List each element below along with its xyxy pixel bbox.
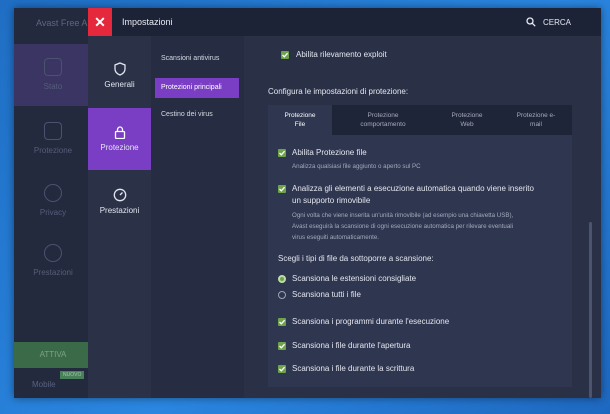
check-icon — [279, 319, 286, 325]
scan-write-checkbox[interactable] — [278, 365, 286, 373]
lock-icon — [114, 126, 125, 139]
autorun-desc-line1: Ogni volta che viene inserita un'unità r… — [292, 212, 514, 219]
enable-file-protection-checkbox[interactable] — [278, 149, 286, 157]
exploit-label: Abilita rilevamento exploit — [296, 50, 387, 59]
gauge-icon — [44, 244, 62, 262]
scan-recommended-label: Scansiona le estensioni consigliate — [292, 274, 417, 283]
scrollbar[interactable] — [589, 222, 592, 398]
background-item-label: Protezione — [33, 146, 73, 155]
tab-label: File — [294, 121, 306, 128]
scan-all-label: Scansiona tutti i file — [292, 290, 361, 299]
category-prestazioni[interactable]: Prestazioni — [88, 180, 151, 230]
tab-label: Protezione — [367, 112, 399, 119]
check-icon — [279, 186, 286, 192]
scan-recommended-radio[interactable] — [278, 275, 286, 283]
new-badge: NUOVO — [60, 371, 85, 379]
gauge-icon — [113, 188, 126, 202]
filetypes-heading: Scegli i tipi di file da sottoporre a sc… — [278, 254, 434, 263]
settings-main: Abilita rilevamento exploit Configura le… — [244, 36, 601, 398]
search-icon — [526, 17, 536, 27]
tab-label: Protezione — [451, 112, 483, 119]
category-label: Prestazioni — [99, 206, 140, 215]
tab-mail-protection[interactable]: Protezione e-mail — [500, 105, 572, 135]
activate-button: ATTIVA — [14, 342, 92, 368]
background-item-prestazioni: Prestazioni — [14, 244, 92, 277]
category-label: Generali — [104, 80, 135, 89]
close-icon: ✕ — [94, 14, 106, 30]
lock-icon — [44, 122, 62, 140]
category-label: Protezione — [100, 143, 139, 152]
tab-behavior-protection[interactable]: Protezione comportamento — [332, 105, 434, 135]
background-item-label: Privacy — [39, 208, 67, 217]
scan-open-checkbox[interactable] — [278, 342, 286, 350]
check-icon — [282, 52, 289, 58]
background-item-stato: Stato — [14, 44, 92, 106]
category-protezione[interactable]: Protezione — [88, 108, 151, 170]
autorun-label-line1: Analizza gli elementi a esecuzione autom… — [292, 184, 534, 193]
subnav-cestino-virus[interactable]: Cestino dei virus — [155, 105, 239, 125]
autorun-checkbox[interactable] — [278, 185, 286, 193]
category-generali[interactable]: Generali — [88, 48, 151, 100]
tab-web-protection[interactable]: Protezione Web — [434, 105, 500, 135]
close-button[interactable]: ✕ — [88, 8, 112, 36]
background-item-protezione: Protezione — [14, 122, 92, 155]
enable-file-protection-label: Abilita Protezione file — [292, 148, 367, 157]
exploit-checkbox[interactable] — [281, 51, 289, 59]
check-icon — [279, 366, 286, 372]
fingerprint-icon — [44, 184, 62, 202]
tab-label: Web — [460, 121, 474, 128]
background-app-sidebar: Avast Free A Stato Protezione Privacy Pr… — [14, 8, 92, 398]
scan-exec-label: Scansiona i programmi durante l'esecuzio… — [292, 317, 450, 326]
enable-file-protection-desc: Analizza qualsiasi file aggiunto o apert… — [292, 163, 421, 170]
shield-icon — [113, 62, 126, 76]
scan-exec-checkbox[interactable] — [278, 318, 286, 326]
scan-all-radio[interactable] — [278, 291, 286, 299]
mobile-link: Mobile — [32, 380, 56, 389]
scan-open-label: Scansiona i file durante l'apertura — [292, 341, 411, 350]
search-button[interactable]: CERCA — [526, 8, 571, 36]
subnav-scansioni-antivirus[interactable]: Scansioni antivirus — [155, 49, 239, 69]
avast-window: Avast Free A Stato Protezione Privacy Pr… — [14, 8, 601, 398]
autorun-label-line2: un supporto rimovibile — [292, 196, 371, 205]
tab-label: Protezione — [284, 112, 316, 119]
tab-file-protection[interactable]: Protezione File — [268, 105, 332, 135]
search-label: CERCA — [542, 17, 571, 27]
background-item-label: Prestazioni — [33, 268, 73, 277]
background-item-privacy: Privacy — [14, 184, 92, 217]
check-icon — [279, 150, 286, 156]
settings-categories: Generali Protezione Prestazioni — [88, 36, 151, 398]
background-app-title: Avast Free A — [36, 18, 88, 28]
tab-label: mail — [530, 121, 542, 128]
settings-title: Impostazioni — [122, 17, 173, 27]
file-protection-panel: Abilita Protezione file Analizza qualsia… — [268, 135, 572, 387]
scan-write-label: Scansiona i file durante la scrittura — [292, 364, 415, 373]
protection-heading: Configura le impostazioni di protezione: — [268, 87, 409, 96]
autorun-desc-line2: Avast eseguirà la scansione di ogni esec… — [292, 223, 514, 230]
tab-label: Protezione e- — [516, 112, 556, 119]
settings-header: ✕ Impostazioni CERCA — [88, 8, 601, 36]
check-icon — [279, 343, 286, 349]
settings-subnav: Scansioni antivirus Protezioni principal… — [151, 36, 244, 398]
autorun-desc-line3: virus eseguiti automaticamente. — [292, 234, 380, 241]
background-item-label: Stato — [43, 82, 63, 91]
protection-tabs: Protezione File Protezione comportamento P… — [268, 105, 572, 135]
subnav-protezioni-principali[interactable]: Protezioni principali — [155, 78, 239, 98]
tab-label: comportamento — [360, 121, 406, 128]
shield-check-icon — [44, 58, 62, 76]
